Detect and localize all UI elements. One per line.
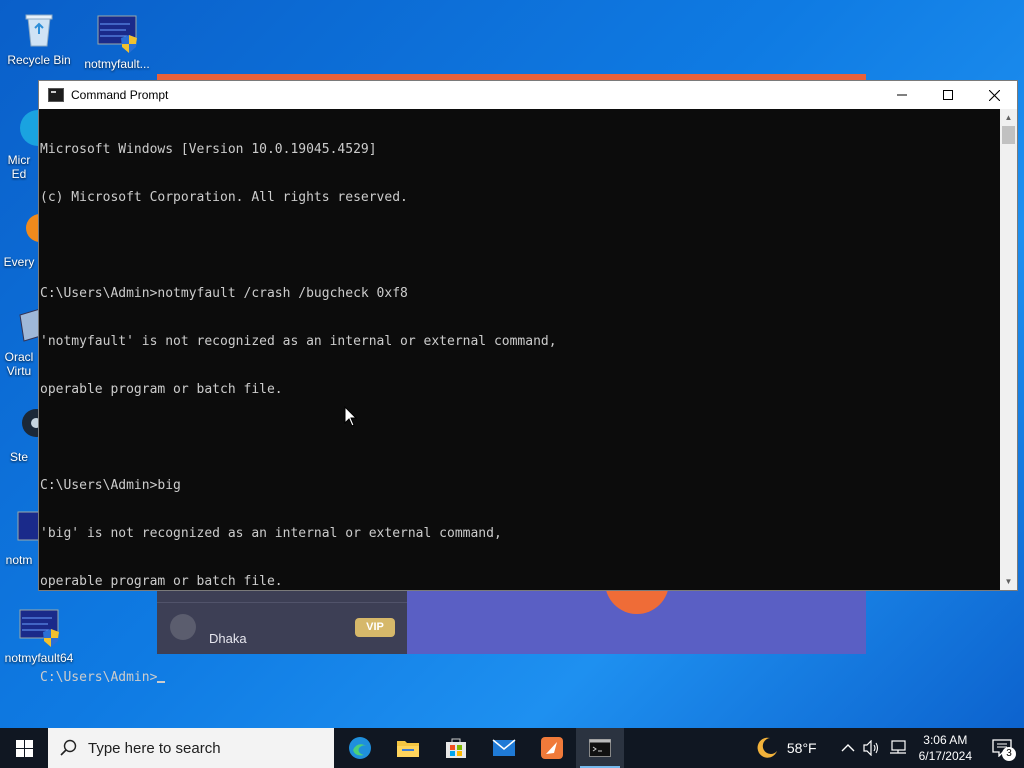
cmd-icon <box>589 739 611 757</box>
edge-icon <box>14 108 38 150</box>
weather-temperature[interactable]: 58°F <box>787 740 817 756</box>
desktop-icon-label: Micr Ed <box>7 153 31 181</box>
cmd-app-icon[interactable] <box>48 88 64 102</box>
taskbar-mail-button[interactable] <box>480 728 528 768</box>
console-line: operable program or batch file. <box>40 382 283 397</box>
uac-shield-icon <box>121 35 137 53</box>
clock-time: 3:06 AM <box>923 733 968 747</box>
search-icon <box>60 739 77 756</box>
scroll-up-arrow-icon[interactable]: ▲ <box>1000 109 1017 126</box>
notmyfault-icon <box>14 508 38 550</box>
command-prompt-text: C:\Users\Admin> <box>40 670 158 685</box>
title-bar[interactable]: Command Prompt <box>39 81 1017 109</box>
mail-icon <box>492 739 516 756</box>
close-button[interactable] <box>971 81 1017 109</box>
chevron-up-icon[interactable] <box>841 743 855 753</box>
desktop-icon-label: Ste <box>9 450 28 464</box>
desktop-icon-recycle-bin[interactable]: Recycle Bin <box>0 8 78 67</box>
taskbar-clock[interactable]: 3:06 AM 6/17/2024 <box>919 732 972 764</box>
desktop-icon-label: Oracl Virtu <box>4 350 34 378</box>
windows-logo-icon <box>15 739 33 757</box>
taskbar-store-button[interactable] <box>432 728 480 768</box>
taskbar-file-explorer-button[interactable] <box>384 728 432 768</box>
console-line: Microsoft Windows [Version 10.0.19045.45… <box>40 142 377 157</box>
command-prompt-window[interactable]: Command Prompt Microsoft Windows [Versio… <box>38 80 1018 685</box>
desktop-icon-label: notmyfault... <box>84 57 150 71</box>
desktop-icon-edge[interactable]: Micr Ed <box>0 108 38 181</box>
console-line: operable program or batch file. <box>40 574 283 589</box>
minimize-button[interactable] <box>879 81 925 109</box>
system-tray: 58°F 3:06 AM 6/17/2024 3 <box>755 728 1024 768</box>
close-icon <box>988 89 1000 101</box>
text-cursor <box>157 681 166 683</box>
desktop-icon-virtualbox[interactable]: Oracl Virtu <box>0 305 38 378</box>
desktop-icon-notmyfault[interactable]: notmyfault... <box>78 12 156 71</box>
minimize-icon <box>897 94 907 96</box>
console-line: 'big' is not recognized as an internal o… <box>40 526 502 541</box>
start-button[interactable] <box>0 728 48 768</box>
steam-icon <box>14 405 38 447</box>
console-line: C:\Users\Admin>notmyfault /crash /bugche… <box>40 286 408 301</box>
vertical-scrollbar[interactable]: ▲ ▼ <box>1000 109 1017 590</box>
desktop-icon-label: notm <box>5 553 33 567</box>
search-placeholder: Type here to search <box>88 739 221 757</box>
taskbar-edge-button[interactable] <box>336 728 384 768</box>
notification-count-badge: 3 <box>1002 747 1016 761</box>
taskbar-vpn-app-button[interactable] <box>528 728 576 768</box>
moon-weather-icon[interactable] <box>755 736 779 760</box>
window-title: Command Prompt <box>71 88 169 102</box>
desktop-icon-everything[interactable]: Every <box>0 210 38 269</box>
clock-date: 6/17/2024 <box>918 749 972 763</box>
network-icon[interactable] <box>889 740 907 756</box>
console-prompt-line[interactable]: C:\Users\Admin> <box>40 670 1000 686</box>
desktop-icon-label: Recycle Bin <box>7 53 71 67</box>
store-icon <box>446 738 466 758</box>
maximize-button[interactable] <box>925 81 971 109</box>
desktop-icon-notmyfault-2[interactable]: notm <box>0 508 38 567</box>
taskbar-command-prompt-button[interactable] <box>576 728 624 768</box>
notmyfault-icon <box>96 12 138 54</box>
desktop-icon-label: Every <box>3 255 35 269</box>
notification-center-button[interactable]: 3 <box>980 728 1024 768</box>
taskbar: Type here to search 58°F 3:06 AM 6/17/20… <box>0 728 1024 768</box>
mouse-pointer-icon <box>344 406 358 427</box>
folder-icon <box>397 741 419 757</box>
vpn-app-icon <box>541 737 563 759</box>
scrollbar-thumb[interactable] <box>1002 126 1015 144</box>
scroll-down-arrow-icon[interactable]: ▼ <box>1000 573 1017 590</box>
console-line: C:\Users\Admin>big <box>40 478 181 493</box>
taskbar-search-box[interactable]: Type here to search <box>48 728 334 768</box>
edge-icon <box>349 737 371 759</box>
console-line: 'notmyfault' is not recognized as an int… <box>40 334 557 349</box>
recycle-bin-icon <box>18 8 60 50</box>
console-line: (c) Microsoft Corporation. All rights re… <box>40 190 408 205</box>
maximize-icon <box>943 90 953 100</box>
virtualbox-icon <box>14 305 38 347</box>
speaker-icon[interactable] <box>863 740 881 756</box>
everything-icon <box>14 210 38 252</box>
desktop-icon-steam[interactable]: Ste <box>0 405 38 464</box>
console-output[interactable]: Microsoft Windows [Version 10.0.19045.45… <box>40 110 1000 685</box>
